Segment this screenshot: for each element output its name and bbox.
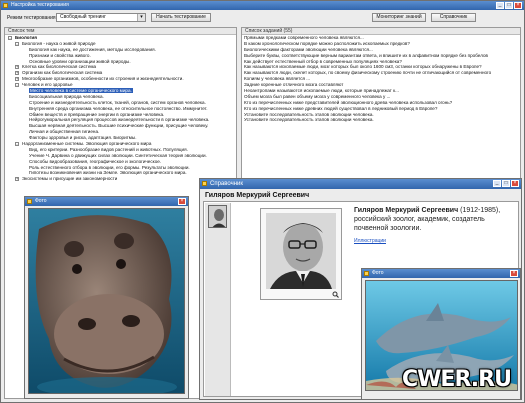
mode-select[interactable]: Свободный тренинг ▾ [56, 13, 146, 22]
reference-window-title: Справочник [210, 181, 243, 187]
thumbnail-strip [205, 203, 231, 396]
biography-description: российский зоолог, академик, создатель п… [354, 216, 485, 232]
task-row[interactable]: Установите последовательность этапов эво… [242, 117, 520, 123]
tree-row-label: Роль естественного отбора в эволюции, ег… [29, 164, 190, 170]
mode-label: Режим тестирования [7, 15, 56, 21]
expand-icon[interactable]: + [15, 177, 19, 182]
reference-titlebar[interactable]: Справочник _ □ × [200, 179, 521, 189]
tasks-panel: Список заданий (55) Прямыми предками сов… [241, 27, 521, 187]
biography-text: Гиляров Меркурий Сергеевич (1912-1985), … [354, 206, 517, 233]
tree-row-label: Человек и его здоровье [22, 82, 73, 88]
close-button[interactable]: × [510, 270, 518, 277]
reference-heading: Гиляров Меркурий Сергеевич [205, 192, 310, 199]
minimize-button[interactable]: _ [493, 180, 501, 187]
portrait-image [266, 213, 336, 289]
tree-row-label: Биология как наука, ее достижения, метод… [29, 46, 156, 52]
tree-row-label: Организм как биологическая система [22, 70, 103, 76]
topics-tree[interactable]: - Биология - Биология - наука о живой приро… [5, 35, 236, 182]
expand-icon[interactable]: - [15, 142, 19, 147]
maximize-button[interactable]: □ [505, 2, 513, 9]
illustrations-link[interactable]: Иллюстрации [354, 238, 386, 244]
toolbar: Режим тестирования Свободный тренинг ▾ Н… [4, 12, 522, 24]
tree-row-label: Биология - наука о живой природе [22, 40, 96, 46]
tree-row-label: Признаки и свойства живого. [29, 52, 91, 58]
photo-window-title: Фото [372, 270, 384, 276]
biography-name: Гиляров Меркурий Сергеевич [354, 207, 459, 214]
main-window-title: Настройка тестирования [11, 2, 69, 8]
expand-icon[interactable]: - [15, 83, 19, 88]
portrait-frame [260, 208, 342, 300]
expand-icon[interactable]: + [15, 71, 19, 76]
book-icon [202, 181, 207, 186]
tree-row-label: Личная и общественная гигиена. [29, 129, 100, 135]
portrait-thumbnail[interactable] [208, 205, 227, 228]
tree-row-label: Факторы здоровья и риска, адаптация. Био… [29, 135, 137, 141]
chevron-down-icon[interactable]: ▾ [137, 14, 145, 21]
photo-titlebar[interactable]: Фото × [362, 269, 520, 278]
tree-row-label: Клетка как биологическая система [22, 64, 97, 70]
tree-row-label: Гипотезы возникновения жизни на Земле. Э… [29, 170, 187, 176]
hippo-photo [28, 208, 185, 394]
tasks-header: Список заданий (55) [242, 28, 520, 35]
expand-icon[interactable]: + [15, 65, 19, 70]
hippo-image [29, 209, 184, 393]
tree-row-label: Внутренняя среда организма человека, ее … [29, 105, 208, 111]
close-button[interactable]: × [511, 180, 519, 187]
watermark-text: CWER.RU [402, 367, 512, 392]
window-controls: × [178, 198, 186, 205]
photo-titlebar[interactable]: Фото × [25, 197, 188, 206]
tree-row-label: Способы видообразования, географическое … [29, 158, 162, 164]
photo-icon [364, 271, 369, 276]
tasks-list[interactable]: Прямыми предками современного человека я… [242, 35, 520, 123]
tree-row-label: Высшая нервная деятельность. Высшие псих… [29, 123, 209, 129]
expand-icon[interactable]: - [8, 36, 12, 40]
tree-row-label: Биология [15, 35, 37, 40]
tree-row-label: Обмен веществ и превращение энергии в ор… [29, 111, 165, 117]
portrait-photo[interactable] [266, 213, 336, 289]
tree-row-label: Надорганизменные системы. Эволюция орган… [22, 141, 152, 147]
close-button[interactable]: × [514, 2, 522, 9]
app-icon [3, 3, 8, 8]
tree-row-label: Вид, его критерии. Разнообразие видов ра… [29, 146, 188, 152]
close-button[interactable]: × [178, 198, 186, 205]
tree-row-label: Экосистемы и присущие им закономерности [22, 176, 118, 182]
tree-row-label: Многообразие организмов, особенности их … [22, 76, 184, 82]
window-controls: _ □ × [493, 180, 519, 187]
topics-header: Список тем [5, 28, 236, 35]
tree-row-label: Нейрогуморальная регуляция процессов жиз… [29, 117, 210, 123]
tree-row-label: Строение и жизнедеятельность клеток, тка… [29, 99, 206, 105]
biography-years: (1912-1985), [460, 207, 501, 214]
magnifier-icon[interactable] [332, 291, 339, 298]
reference-button[interactable]: Справочник [431, 13, 476, 22]
tree-row-label: Биосоциальная природа человека. [29, 93, 104, 99]
start-test-button[interactable]: Начать тестирование [151, 13, 211, 22]
photo-icon [27, 199, 32, 204]
minimize-button[interactable]: _ [496, 2, 504, 9]
window-controls: _ □ × [496, 2, 522, 9]
tree-row-label: Учение Ч. Дарвина о движущих силах эволю… [29, 152, 207, 158]
photo-window-title: Фото [35, 198, 47, 204]
main-titlebar[interactable]: Настройка тестирования _ □ × [1, 1, 524, 10]
task-row[interactable]: Выберите буквы, соответствующие верным в… [242, 53, 520, 59]
maximize-button[interactable]: □ [502, 180, 510, 187]
tree-row-label: Основные уровни организации живой природ… [29, 58, 131, 64]
monitoring-button[interactable]: Мониторинг знаний [372, 13, 426, 22]
mode-select-value: Свободный тренинг [60, 14, 106, 20]
tree-row-label: Место человека в системе органического м… [29, 88, 133, 94]
expand-icon[interactable]: - [15, 41, 19, 46]
expand-icon[interactable]: + [15, 77, 19, 82]
portrait-thumbnail-image [209, 206, 226, 227]
photo-window-hippo: Фото × [24, 196, 189, 399]
window-controls: × [510, 270, 518, 277]
